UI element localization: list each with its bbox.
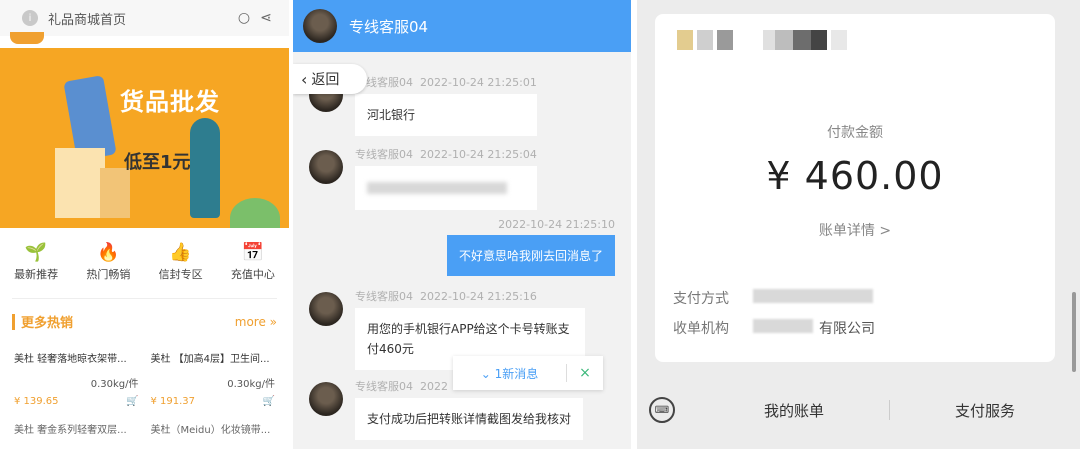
product-price: ¥ 191.37 [150,396,196,407]
category-label: 充值中心 [230,268,275,281]
message-time: 2022-10-24 21:25:01 [420,76,537,89]
shop-header [0,32,289,48]
payment-panel: 付款金额 ¥ 460.00 账单详情 > 支付方式 收单机构 有限公司 ⌨ 我的… [637,0,1080,449]
payment-method-row: 支付方式 [673,288,873,308]
product-name[interactable]: 美杜 奢金系列轻奢双层... [8,421,145,436]
bottom-tabbar: ⌨ 我的账单 支付服务 [637,380,1080,440]
product-price: ¥ 139.65 [14,396,59,407]
merchant-label: 收单机构 [673,321,729,337]
message-bubble: 支付成功后把转账详情截图发给我核对 [355,398,584,440]
close-icon[interactable]: × [567,365,603,381]
category-recharge[interactable]: 📅 充值中心 [217,240,289,282]
plant-illustration [230,198,280,228]
shop-logo [10,32,44,44]
refresh-icon[interactable]: ○ [233,10,255,26]
chat-message: 专线客服04 2022-10-24 21:25:04 [309,146,537,210]
sender-name: 专线客服04 [355,290,413,303]
category-latest[interactable]: 🌱 最新推荐 [0,240,72,282]
avatar [309,382,343,416]
double-chevron-down-icon: ⌄ [480,366,491,381]
category-label: 最新推荐 [14,268,59,281]
new-message-label: 1新消息 [494,366,539,381]
pay-amount-label: 付款金额 [827,125,883,141]
payment-card: 付款金额 ¥ 460.00 账单详情 > 支付方式 收单机构 有限公司 [655,14,1055,362]
section-marker [12,313,15,330]
share-icon[interactable]: ⋖ [255,10,277,26]
person-illustration [190,118,220,218]
product-card[interactable]: 美杜 【加高4层】卫生间... 0.30kg/件 ¥ 191.37 🛒 [145,350,282,407]
product-name: 美杜 【加高4层】卫生间... [150,354,270,365]
banner-title: 货品批发 [120,88,220,116]
cart-icon[interactable]: 🛒 [126,396,138,407]
merchant-name: 有限公司 [819,321,875,337]
category-nav: 🌱 最新推荐 🔥 热门畅销 👍 信封专区 📅 充值中心 [0,228,289,290]
product-list-next: 美杜 奢金系列轻奢双层... 美杜（Meidu）化妆镜带... [0,407,289,436]
method-value-redacted [753,289,873,307]
product-weight: 0.30kg/件 [227,379,275,390]
avatar [309,292,343,326]
tab-my-bill[interactable]: 我的账单 [699,400,889,421]
more-link[interactable]: more » [235,315,277,329]
product-name[interactable]: 美杜（Meidu）化妆镜带... [145,421,282,436]
thumbs-up-icon: 👍 [169,242,192,263]
redacted-header [677,30,847,50]
category-label: 热门畅销 [86,268,131,281]
message-time: 2022-10-24 21:25:16 [420,290,537,303]
new-message-toast[interactable]: ⌄ 1新消息 × [453,356,603,390]
promo-banner[interactable]: 货品批发 低至1元/件 [0,48,289,228]
method-label: 支付方式 [673,291,729,307]
bill-detail-link[interactable]: 账单详情 > [655,220,1055,240]
tab-pay-service[interactable]: 支付服务 [890,400,1080,421]
message-bubble: 河北银行 [355,94,537,136]
page-title: 礼品商城首页 [48,12,127,28]
message-time: 2022 [420,380,448,393]
product-name: 美杜 轻奢落地晾衣架带... [14,354,127,365]
cart-icon[interactable]: 🛒 [263,396,275,407]
calendar-icon: 📅 [241,242,265,263]
category-hot[interactable]: 🔥 热门畅销 [72,240,144,282]
message-time: 2022-10-24 21:25:10 [498,218,615,231]
pay-amount: ¥ 460.00 [766,154,944,198]
box-illustration [100,168,130,218]
info-icon[interactable]: i [22,10,38,26]
product-card[interactable]: 美杜 轻奢落地晾衣架带... 0.30kg/件 ¥ 139.65 🛒 [8,350,145,407]
message-time: 2022-10-24 21:25:04 [420,148,537,161]
chevron-left-icon: ‹ [301,69,308,89]
sender-name: 专线客服04 [355,380,413,393]
message-bubble: 不好意思哈我刚去回消息了 [446,235,615,276]
shop-panel: i 礼品商城首页 ○ ⋖ 货品批发 低至1元/件 🌱 最新推荐 🔥 热门畅销 👍 信封… [0,0,289,449]
avatar [303,9,337,43]
avatar [309,150,343,184]
merchant-value: 有限公司 [753,318,875,338]
screenshot-collage: i 礼品商城首页 ○ ⋖ 货品批发 低至1元/件 🌱 最新推荐 🔥 热门畅销 👍 信封… [0,0,1080,449]
hot-label: 更多热销 [21,316,74,331]
box-illustration [55,148,105,218]
back-button[interactable]: ‹ 返回 [293,64,367,94]
product-list: 美杜 轻奢落地晾衣架带... 0.30kg/件 ¥ 139.65 🛒 美杜 【加高… [0,334,289,407]
hot-section-header: 更多热销 more » [12,298,277,334]
product-weight: 0.30kg/件 [90,379,139,390]
fire-icon: 🔥 [97,242,120,263]
sender-name: 专线客服04 [355,148,413,161]
message-bubble-blurred [355,166,537,210]
chat-message-self: 2022-10-24 21:25:10 不好意思哈我刚去回消息了 [446,218,615,276]
agent-name: 专线客服04 [349,17,429,36]
back-label: 返回 [311,72,340,88]
leaf-icon: 🌱 [24,242,48,263]
category-label: 信封专区 [158,268,203,281]
chat-panel: 专线客服04 ‹ 返回 专线客服04 2022-10-24 21:25:01 河北… [293,0,631,449]
category-envelope[interactable]: 👍 信封专区 [145,240,217,282]
keyboard-icon[interactable]: ⌨ [649,397,675,423]
browser-bar: i 礼品商城首页 ○ ⋖ [0,0,289,36]
merchant-row: 收单机构 有限公司 [673,318,875,338]
scrollbar[interactable] [1072,292,1076,372]
chat-header: 专线客服04 [293,0,631,52]
